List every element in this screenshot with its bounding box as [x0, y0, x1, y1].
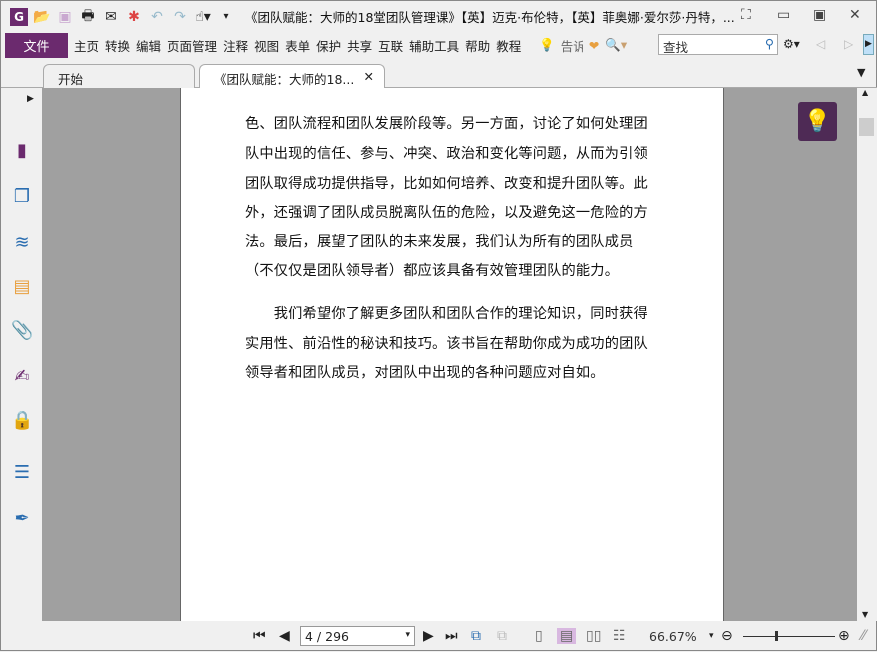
lock-icon[interactable]: 🔒 [11, 410, 33, 432]
text-line: 领导者和团队成员，对团队中出现的各种问题应对自如。 [245, 365, 605, 381]
continuous-page-icon[interactable]: ▤ [557, 628, 577, 644]
menu-view[interactable]: 视图 [254, 36, 279, 55]
search-icon[interactable]: ⚲ [765, 36, 774, 51]
folder-search-icon[interactable]: 🔍▾ [605, 37, 627, 53]
text-line: （不仅仅是团队领导者）都应该具备有效管理团队的能力。 [245, 263, 620, 279]
restore-button[interactable]: ▣ [813, 7, 826, 23]
redo-icon[interactable]: ↷ [171, 8, 189, 26]
thumbnails-icon[interactable]: ❐ [11, 186, 33, 208]
resize-grip-icon[interactable]: ⁄⁄ [861, 628, 866, 644]
scroll-down-icon[interactable]: ▼ [862, 610, 868, 619]
single-page-icon[interactable]: ▯ [535, 628, 543, 644]
menu-help[interactable]: 帮助 [465, 36, 490, 55]
menu-home[interactable]: 主页 [74, 36, 99, 55]
tips-lightbulb-button[interactable]: 💡 [798, 102, 837, 141]
text-line: 法。最后，展望了团队的未来发展，我们认为所有的团队成员 [245, 234, 634, 250]
undo-icon[interactable]: ↶ [148, 8, 166, 26]
zoom-slider[interactable] [743, 636, 835, 637]
menu-comment[interactable]: 注释 [223, 36, 248, 55]
close-tab-icon[interactable]: ✕ [364, 69, 374, 84]
form-fields-icon[interactable]: ☰ [11, 462, 33, 484]
close-button[interactable]: ✕ [849, 7, 861, 23]
page-number: 4 / 296 [305, 629, 349, 644]
menu-tutorial[interactable]: 教程 [496, 36, 521, 55]
next-icon[interactable]: ▷ [844, 37, 853, 51]
gear-icon[interactable]: ⚙▾ [783, 37, 800, 51]
menu-share[interactable]: 共享 [347, 36, 372, 55]
menu-protect[interactable]: 保护 [316, 36, 341, 55]
signature-icon[interactable]: ✍ [11, 366, 33, 388]
search-placeholder: 查找 [663, 40, 689, 55]
page-number-input[interactable]: 4 / 296 ▾ [300, 626, 415, 646]
zoom-out-icon[interactable]: ⊖ [721, 628, 733, 644]
scroll-up-icon[interactable]: ▲ [862, 88, 868, 97]
text-line: 团队取得成功提供指导，比如如何培养、改变和提升团队等。此 [245, 176, 648, 192]
email-icon[interactable]: ✉ [102, 8, 120, 26]
status-bar: ⏮ ◀ 4 / 296 ▾ ▶ ⏭ ⧉ ⧉ ▯ ▤ ▯▯ ☷ 66.67% ▾ ⊖… [1, 621, 877, 652]
zoom-slider-knob[interactable] [775, 631, 779, 641]
last-page-icon[interactable]: ⏭ [445, 628, 458, 644]
menu-form[interactable]: 表单 [285, 36, 310, 55]
zoom-level[interactable]: 66.67% [649, 629, 697, 644]
attachment-icon[interactable]: 📎 [11, 320, 33, 342]
fullscreen-icon[interactable]: ⛶ [741, 7, 751, 23]
tab-list-dropdown-icon[interactable]: ▼ [857, 66, 865, 79]
vertical-scrollbar[interactable]: ▲ ▼ [857, 88, 877, 621]
document-viewer: 色、团队流程和团队发展阶段等。另一方面，讨论了如何处理团 队中出现的信任、参与、… [42, 88, 857, 621]
text-line: 我们希望你了解更多团队和团队合作的理论知识，同时获得 [245, 306, 648, 322]
continuous-facing-icon[interactable]: ☷ [613, 628, 626, 644]
first-page-icon[interactable]: ⏮ [253, 628, 266, 644]
text-line: 色、团队流程和团队发展阶段等。另一方面，讨论了如何处理团 [245, 116, 648, 132]
lightbulb-icon[interactable]: 💡 [539, 37, 555, 53]
previous-page-icon[interactable]: ◀ [279, 628, 290, 644]
pdf-page: 色、团队流程和团队发展阶段等。另一方面，讨论了如何处理团 队中出现的信任、参与、… [180, 88, 724, 621]
search-input[interactable]: 查找 ⚲ [658, 34, 778, 55]
navigation-sidebar: ▶ ▮ ❐ ≋ ▤ 📎 ✍ 🔒 ☰ ✒ [1, 88, 42, 621]
certificate-icon[interactable]: ✒ [11, 508, 33, 530]
window-title: 《团队赋能：大师的18堂团队管理课》【英】迈克·布伦特，【英】菲奥娜·爱尔莎·丹… [245, 10, 735, 25]
menu-edit[interactable]: 编辑 [136, 36, 161, 55]
new-document-icon[interactable]: ✱ [125, 8, 143, 26]
menu-convert[interactable]: 转换 [105, 36, 130, 55]
save-icon[interactable]: ▣ [56, 8, 74, 26]
layers-icon[interactable]: ≋ [11, 232, 33, 254]
app-logo-icon: G [10, 7, 28, 26]
ribbon-menu: 文件 主页 转换 编辑 页面管理 注释 视图 表单 保护 共享 互联 辅助工具 … [1, 32, 877, 58]
open-folder-icon[interactable]: 📂 [33, 8, 51, 26]
ribbon-scroll-button[interactable]: ▶ [863, 34, 874, 55]
menu-file[interactable]: 文件 [5, 32, 68, 58]
tab-bar: 开始 《团队赋能：大师的18... ✕ ▼ [1, 58, 877, 89]
zoom-in-icon[interactable]: ⊕ [838, 628, 850, 644]
page-icon[interactable]: ▮ [11, 140, 33, 162]
comments-icon[interactable]: ▤ [11, 276, 33, 298]
text-line: 队中出现的信任、参与、冲突、政治和变化等问题，从而为引领 [245, 146, 648, 162]
customize-dropdown-icon[interactable]: ▾ [217, 8, 235, 26]
facing-pages-icon[interactable]: ▯▯ [586, 628, 601, 644]
prev-icon[interactable]: ◁ [816, 37, 825, 51]
minimize-button[interactable]: ▭ [777, 7, 790, 23]
tab-label: 开始 [58, 72, 84, 87]
tab-start[interactable]: 开始 [43, 64, 195, 88]
text-line: 外，还强调了团队成员脱离队伍的危险，以及避免这一危险的方 [245, 205, 648, 221]
tab-label: 《团队赋能：大师的18... [214, 72, 355, 87]
menu-accessibility[interactable]: 辅助工具 [409, 36, 459, 55]
title-bar: G 📂 ▣ 🖶 ✉ ✱ ↶ ↷ ☝▾ ▾ 《团队赋能：大师的18堂团队管理课》【… [1, 1, 877, 32]
tell-me-button[interactable]: 告诉 [561, 36, 583, 55]
expand-sidebar-icon[interactable]: ▶ [27, 94, 34, 104]
text-line: 实用性、前沿性的秘诀和技巧。该书旨在帮助你成为成功的团队 [245, 336, 648, 352]
hand-tool-icon[interactable]: ☝▾ [194, 8, 212, 26]
menu-page-management[interactable]: 页面管理 [167, 36, 217, 55]
print-icon[interactable]: 🖶 [79, 8, 97, 26]
next-page-icon[interactable]: ▶ [423, 628, 434, 644]
scrollbar-thumb[interactable] [859, 118, 874, 136]
menu-connect[interactable]: 互联 [378, 36, 403, 55]
zoom-dropdown-icon[interactable]: ▾ [709, 631, 714, 641]
heart-icon[interactable]: ❤ [589, 38, 599, 53]
tab-document[interactable]: 《团队赋能：大师的18... ✕ [199, 64, 385, 89]
previous-view-icon[interactable]: ⧉ [471, 628, 481, 644]
next-view-icon[interactable]: ⧉ [497, 628, 507, 644]
